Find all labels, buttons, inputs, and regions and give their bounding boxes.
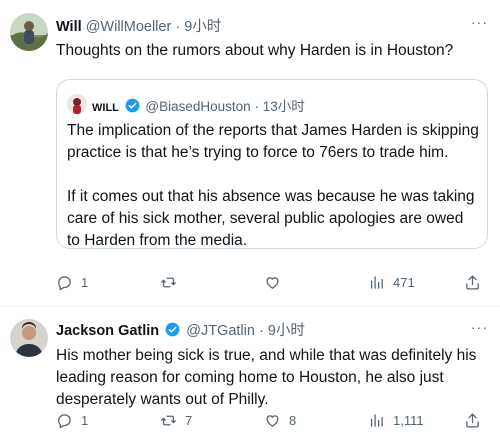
more-dots-icon[interactable]: ··· xyxy=(471,14,488,30)
quoted-text-paragraph-1: The implication of the reports that Jame… xyxy=(67,122,479,161)
retweet-button[interactable] xyxy=(160,272,185,292)
tweet-text: His mother being sick is true, and while… xyxy=(56,347,477,408)
timestamp[interactable]: 9小时 xyxy=(268,323,305,339)
share-icon xyxy=(466,412,479,428)
tweet-header: Will @WillMoeller · 9小时 xyxy=(56,15,221,36)
author-handle[interactable]: @WillMoeller xyxy=(86,19,172,35)
quoted-author-name: WILL xyxy=(92,102,119,114)
reply-count: 1 xyxy=(81,274,89,290)
reply-button[interactable]: 1 xyxy=(56,410,88,430)
tweet-actions: 1 471 xyxy=(56,272,486,292)
share-button[interactable] xyxy=(464,410,481,430)
like-button[interactable] xyxy=(264,272,289,292)
tweet-actions: 1 7 8 1,111 xyxy=(56,410,486,430)
author-handle[interactable]: @JTGatlin xyxy=(186,323,255,339)
quoted-text-paragraph-2: If it comes out that his absence was bec… xyxy=(67,188,475,249)
separator-dot: · xyxy=(175,19,181,35)
separator-dot: · xyxy=(254,99,259,114)
quoted-author-handle: @BiasedHouston xyxy=(145,99,251,114)
share-icon xyxy=(466,274,479,290)
tweet-text: Thoughts on the rumors about why Harden … xyxy=(56,42,454,59)
reply-count: 1 xyxy=(81,412,89,428)
views-button[interactable]: 1,111 xyxy=(368,410,424,430)
retweet-count: 7 xyxy=(185,412,193,428)
avatar-will[interactable] xyxy=(10,13,48,51)
verified-badge-icon xyxy=(165,322,180,337)
view-count: 471 xyxy=(393,274,415,290)
quoted-tweet[interactable]: WILL @BiasedHouston · 13小时 The implicati… xyxy=(56,79,488,249)
views-chart-icon xyxy=(370,413,383,427)
more-dots-icon[interactable]: ··· xyxy=(471,319,488,335)
quoted-timestamp: 13小时 xyxy=(262,99,305,114)
tweet-will[interactable]: Will @WillMoeller · 9小时 ··· Thoughts on … xyxy=(0,0,500,305)
reply-button[interactable]: 1 xyxy=(56,272,88,292)
tweet-header: Jackson Gatlin @JTGatlin · 9小时 xyxy=(56,319,305,340)
retweet-icon xyxy=(161,277,176,287)
reply-icon xyxy=(58,275,71,290)
tweet-jackson-gatlin[interactable]: Jackson Gatlin @JTGatlin · 9小时 ··· His m… xyxy=(0,306,500,440)
avatar-jackson-gatlin[interactable] xyxy=(10,319,48,357)
like-count: 8 xyxy=(289,412,297,428)
views-button[interactable]: 471 xyxy=(368,272,415,292)
reply-icon xyxy=(58,413,71,428)
view-count: 1,111 xyxy=(393,412,424,428)
quoted-avatar xyxy=(67,94,87,114)
share-button[interactable] xyxy=(464,272,481,292)
verified-badge-icon xyxy=(125,98,140,113)
quoted-header: WILL @BiasedHouston · 13小时 xyxy=(92,95,305,115)
author-name[interactable]: Jackson Gatlin xyxy=(56,323,159,339)
separator-dot: · xyxy=(258,323,264,339)
like-button[interactable]: 8 xyxy=(264,410,296,430)
heart-icon xyxy=(266,276,279,289)
retweet-icon xyxy=(161,415,176,425)
retweet-button[interactable]: 7 xyxy=(160,410,192,430)
timestamp[interactable]: 9小时 xyxy=(184,19,221,35)
heart-icon xyxy=(266,414,279,427)
author-name[interactable]: Will xyxy=(56,19,82,35)
views-chart-icon xyxy=(370,275,383,289)
